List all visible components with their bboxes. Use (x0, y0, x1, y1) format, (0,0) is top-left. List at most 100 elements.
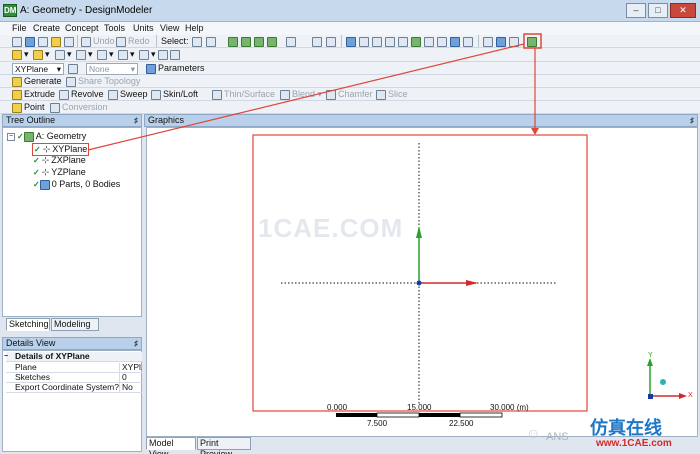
tab-sketching[interactable]: Sketching (6, 318, 50, 331)
new-plane-icon[interactable]: ▾ (12, 49, 29, 60)
tree-root[interactable]: − ✓ A: Geometry (7, 131, 86, 142)
rotate-icon[interactable] (346, 36, 358, 47)
brand-text: ANS (546, 431, 569, 443)
tree-item-parts[interactable]: ✓ 0 Parts, 0 Bodies (33, 179, 120, 190)
share-topology-label: Share Topology (78, 76, 141, 86)
menu-tools[interactable]: Tools (104, 23, 125, 33)
magnifier-icon[interactable] (411, 36, 423, 47)
axis-tool-icon[interactable]: ▾ (76, 49, 93, 60)
select-all-icon[interactable] (326, 36, 338, 47)
pan-icon[interactable] (359, 36, 371, 47)
revolve-button[interactable]: Revolve (59, 89, 104, 100)
menu-help[interactable]: Help (185, 23, 204, 33)
select-bodies-icon[interactable] (267, 36, 279, 47)
select-edges-icon[interactable] (241, 36, 253, 47)
tree-outline-header: Tree Outline ♯ (2, 114, 142, 127)
menu-view[interactable]: View (160, 23, 179, 33)
select-points-icon[interactable] (228, 36, 240, 47)
tree-item-yzplane[interactable]: ✓ ⊹ YZPlane (33, 167, 86, 178)
display-mode-icon[interactable] (463, 36, 475, 47)
menu-concept[interactable]: Concept (65, 23, 99, 33)
minimize-button[interactable]: – (626, 3, 646, 18)
display-plane-icon[interactable] (483, 36, 495, 47)
sweep-button[interactable]: Sweep (108, 89, 148, 100)
collapse-icon[interactable]: − (7, 132, 15, 141)
scale-label: 0.000 (327, 403, 348, 412)
select-mode-icon[interactable] (192, 36, 204, 47)
new-sketch-button[interactable] (68, 63, 80, 74)
chamfer-button[interactable]: Chamfer (326, 89, 373, 100)
thin-surface-label: Thin/Surface (224, 89, 276, 99)
parameters-button[interactable]: Parameters (146, 63, 205, 74)
close-button[interactable]: ✕ (670, 3, 696, 18)
new-icon[interactable] (12, 36, 24, 47)
new-sketch-icon[interactable]: ▾ (33, 49, 50, 60)
flag-icon[interactable] (170, 49, 182, 60)
box-select-icon[interactable] (312, 36, 324, 47)
export-icon[interactable] (38, 36, 50, 47)
maximize-button[interactable]: □ (648, 3, 668, 18)
pin-icon[interactable]: ♯ (134, 115, 138, 126)
sketch-tool-icon[interactable]: ▾ (55, 49, 72, 60)
generate-button[interactable]: Generate (12, 76, 62, 87)
conversion-icon (50, 102, 60, 113)
thin-surface-icon (212, 89, 222, 100)
details-row-value[interactable]: No (119, 383, 142, 392)
graphics-viewport[interactable] (146, 127, 698, 437)
pin-icon[interactable]: ♯ (134, 338, 138, 349)
tree-item-zxplane[interactable]: ✓ ⊹ ZXPlane (33, 155, 86, 166)
blend-button[interactable]: Blend ▾ (280, 89, 322, 100)
skin-loft-button[interactable]: Skin/Loft (151, 89, 198, 100)
details-row-value[interactable]: XYPl... (119, 363, 142, 372)
pin-icon[interactable]: ♯ (690, 115, 694, 126)
extend-selection-icon[interactable] (286, 36, 298, 47)
pointer-icon[interactable] (158, 49, 170, 60)
collapse-icon[interactable]: − (4, 352, 8, 361)
display-model-icon[interactable] (496, 36, 508, 47)
tab-modeling[interactable]: Modeling (51, 318, 99, 331)
plane-tool-icon[interactable]: ▾ (97, 49, 114, 60)
import-icon[interactable] (51, 36, 63, 47)
tab-model-view[interactable]: Model View (146, 437, 196, 454)
curve-tool-icon[interactable]: ▾ (139, 49, 156, 60)
menu-file[interactable]: File (12, 23, 27, 33)
thin-surface-button[interactable]: Thin/Surface (212, 89, 275, 100)
save-icon[interactable] (25, 36, 37, 47)
previous-view-icon[interactable] (424, 36, 436, 47)
tab-print-preview[interactable]: Print Preview (197, 437, 251, 454)
slice-button[interactable]: Slice (376, 89, 408, 100)
menu-units[interactable]: Units (133, 23, 154, 33)
zoom-fit-icon[interactable] (398, 36, 410, 47)
display-point-icon[interactable] (509, 36, 521, 47)
redo-button[interactable]: Redo (116, 36, 150, 47)
line-tool-icon[interactable]: ▾ (118, 49, 135, 60)
sketch-dropdown[interactable]: None ▾ (86, 63, 138, 75)
point-button[interactable]: Point (12, 102, 45, 113)
details-row-export[interactable]: Export Coordinate System? No (6, 383, 142, 393)
conversion-button[interactable]: Conversion (50, 102, 108, 113)
tree-root-label: A: Geometry (35, 131, 87, 141)
zoom-icon[interactable] (372, 36, 384, 47)
menu-create[interactable]: Create (33, 23, 60, 33)
attach-icon[interactable] (64, 36, 76, 47)
plane-dropdown[interactable]: XYPlane ▾ (12, 63, 64, 75)
plane-toolbar: XYPlane ▾ None ▾ Parameters (0, 62, 700, 75)
undo-button[interactable]: Undo (81, 36, 115, 47)
brand-logo: 仿真在线 (590, 418, 662, 439)
extrude-button[interactable]: Extrude (12, 89, 55, 100)
share-topology-button[interactable]: Share Topology (66, 76, 140, 87)
look-at-icon[interactable] (527, 36, 539, 47)
triad-x-label: X (688, 392, 693, 399)
details-row-value[interactable]: 0 (119, 373, 142, 382)
details-title-row: − Details of XYPlane (4, 352, 142, 362)
generate-toolbar: Generate Share Topology (0, 75, 700, 88)
chamfer-label: Chamfer (338, 89, 373, 99)
details-view-title: Details View (6, 338, 56, 348)
select-faces-icon[interactable] (254, 36, 266, 47)
zoom-box-icon[interactable] (385, 36, 397, 47)
next-view-icon[interactable] (437, 36, 449, 47)
graphics-title: Graphics (148, 115, 185, 125)
toolbar-separator (478, 35, 479, 47)
iso-view-icon[interactable] (450, 36, 462, 47)
select-filter-icon[interactable] (206, 36, 218, 47)
